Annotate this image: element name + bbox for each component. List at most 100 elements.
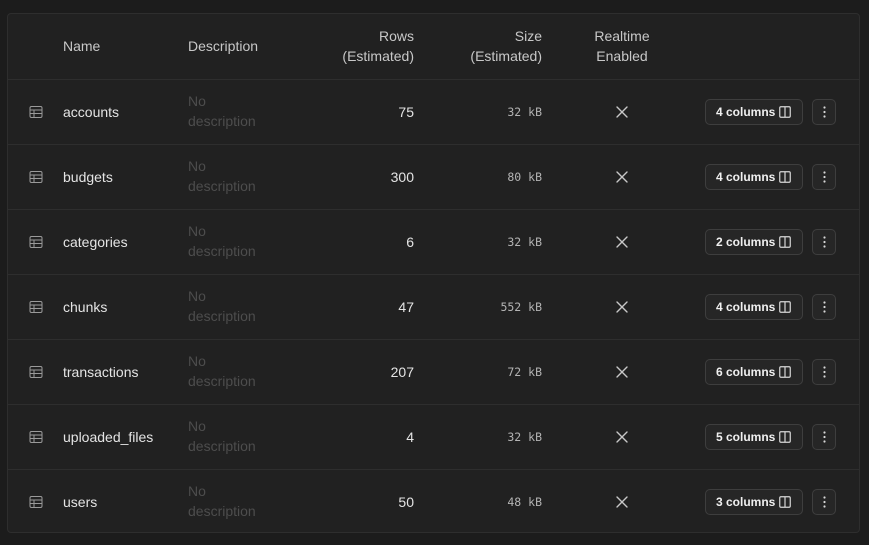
table-size-estimate: 80 kB — [507, 170, 542, 184]
columns-icon — [779, 171, 791, 183]
header-size: Size (Estimated) — [470, 26, 542, 66]
table-description: No description — [188, 91, 278, 131]
columns-button[interactable]: 4 columns — [705, 294, 803, 320]
table-description: No description — [188, 481, 278, 521]
table-size-estimate: 32 kB — [507, 235, 542, 249]
more-options-button[interactable] — [812, 294, 836, 320]
table-row[interactable]: budgets No description 300 80 kB 4 colum… — [8, 144, 859, 209]
columns-button[interactable]: 2 columns — [705, 229, 803, 255]
table-description-line1: No — [188, 483, 206, 499]
table-description: No description — [188, 416, 278, 456]
more-vertical-icon — [823, 171, 826, 183]
table-row[interactable]: uploaded_files No description 4 32 kB 5 … — [8, 404, 859, 469]
table-rows-estimate: 207 — [390, 364, 414, 380]
table-icon — [29, 171, 43, 183]
columns-button-label: 4 columns — [716, 105, 776, 119]
x-icon — [616, 496, 628, 508]
columns-icon — [779, 496, 791, 508]
columns-button[interactable]: 4 columns — [705, 164, 803, 190]
table-name[interactable]: transactions — [63, 362, 138, 382]
more-vertical-icon — [823, 301, 826, 313]
header-rows: Rows (Estimated) — [342, 26, 414, 66]
more-options-button[interactable] — [812, 424, 836, 450]
columns-button-label: 3 columns — [716, 495, 776, 509]
tables-list: Name Description Rows (Estimated) Size (… — [7, 13, 860, 533]
table-name[interactable]: uploaded_files — [63, 427, 153, 447]
more-vertical-icon — [823, 366, 826, 378]
header-size-line2: (Estimated) — [470, 48, 542, 64]
table-size-estimate: 48 kB — [507, 495, 542, 509]
table-description-line2: description — [188, 243, 256, 259]
more-options-button[interactable] — [812, 164, 836, 190]
table-description: No description — [188, 286, 278, 326]
more-options-button[interactable] — [812, 99, 836, 125]
table-row[interactable]: chunks No description 47 552 kB 4 column… — [8, 274, 859, 339]
table-rows-estimate: 47 — [398, 299, 414, 315]
table-size-estimate: 72 kB — [507, 365, 542, 379]
x-icon — [616, 171, 628, 183]
table-description-line2: description — [188, 178, 256, 194]
table-rows-estimate: 6 — [406, 234, 414, 250]
table-row[interactable]: accounts No description 75 32 kB 4 colum… — [8, 79, 859, 144]
x-icon — [616, 366, 628, 378]
columns-button[interactable]: 6 columns — [705, 359, 803, 385]
table-name[interactable]: accounts — [63, 102, 119, 122]
table-description: No description — [188, 351, 278, 391]
table-icon — [29, 236, 43, 248]
table-row[interactable]: users No description 50 48 kB 3 columns — [8, 469, 859, 532]
columns-button-label: 4 columns — [716, 300, 776, 314]
table-name[interactable]: budgets — [63, 167, 113, 187]
header-realtime-line1: Realtime — [594, 28, 650, 44]
table-name[interactable]: categories — [63, 232, 128, 252]
columns-button[interactable]: 3 columns — [705, 489, 803, 515]
more-options-button[interactable] — [812, 229, 836, 255]
columns-icon — [779, 366, 791, 378]
table-description-line2: description — [188, 438, 256, 454]
columns-icon — [779, 431, 791, 443]
table-description-line2: description — [188, 308, 256, 324]
columns-button[interactable]: 4 columns — [705, 99, 803, 125]
table-icon — [29, 431, 43, 443]
table-description-line1: No — [188, 288, 206, 304]
header-description: Description — [188, 38, 259, 54]
table-description-line2: description — [188, 503, 256, 519]
table-description-line1: No — [188, 418, 206, 434]
more-options-button[interactable] — [812, 489, 836, 515]
table-row[interactable]: categories No description 6 32 kB 2 colu… — [8, 209, 859, 274]
columns-button-label: 2 columns — [716, 235, 776, 249]
header-realtime-line2: Enabled — [596, 48, 648, 64]
columns-button[interactable]: 5 columns — [705, 424, 803, 450]
header-size-line1: Size — [514, 28, 542, 44]
table-icon — [29, 106, 43, 118]
table-description: No description — [188, 221, 278, 261]
table-description-line1: No — [188, 353, 206, 369]
table-icon — [29, 301, 43, 313]
table-rows-estimate: 300 — [390, 169, 414, 185]
table-description: No description — [188, 156, 278, 196]
columns-icon — [779, 301, 791, 313]
table-rows-estimate: 4 — [406, 429, 414, 445]
table-size-estimate: 32 kB — [507, 430, 542, 444]
x-icon — [616, 301, 628, 313]
table-header: Name Description Rows (Estimated) Size (… — [8, 14, 859, 79]
more-vertical-icon — [823, 106, 826, 118]
table-name[interactable]: chunks — [63, 297, 107, 317]
table-size-estimate: 32 kB — [507, 105, 542, 119]
x-icon — [616, 431, 628, 443]
columns-button-label: 6 columns — [716, 365, 776, 379]
table-description-line1: No — [188, 158, 206, 174]
table-size-estimate: 552 kB — [500, 300, 542, 314]
more-options-button[interactable] — [812, 359, 836, 385]
table-name[interactable]: users — [63, 492, 97, 512]
table-icon — [29, 496, 43, 508]
more-vertical-icon — [823, 496, 826, 508]
table-description-line1: No — [188, 223, 206, 239]
table-description-line1: No — [188, 93, 206, 109]
more-vertical-icon — [823, 431, 826, 443]
table-row[interactable]: transactions No description 207 72 kB 6 … — [8, 339, 859, 404]
more-vertical-icon — [823, 236, 826, 248]
x-icon — [616, 106, 628, 118]
table-rows-estimate: 50 — [398, 494, 414, 510]
header-rows-line2: (Estimated) — [342, 48, 414, 64]
columns-icon — [779, 106, 791, 118]
